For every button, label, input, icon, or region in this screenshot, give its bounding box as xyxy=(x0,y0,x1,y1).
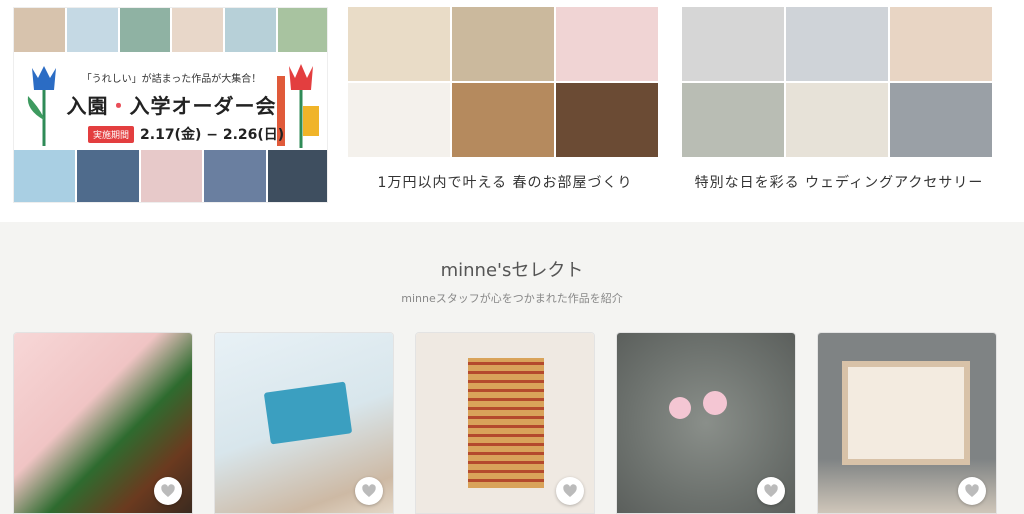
product-image-accent xyxy=(669,397,691,419)
feature-wedding-images[interactable] xyxy=(682,7,992,157)
banner-title: 入園・入学オーダー会 xyxy=(14,90,327,119)
banner-title-part2: 入学オーダー会 xyxy=(129,94,277,118)
heart-icon xyxy=(161,484,175,497)
product-image-accent xyxy=(468,358,544,488)
favorite-button[interactable] xyxy=(556,477,584,505)
feature-image xyxy=(348,83,450,157)
banner-center: 「うれしい」が詰まった作品が大集合！ 入園・入学オーダー会 実施期間 2.17(… xyxy=(14,52,327,152)
period-dates: 2.17(金) − 2.26(日) xyxy=(140,127,285,143)
banner-bottom-photos xyxy=(14,150,327,202)
heart-icon xyxy=(362,484,376,497)
favorite-button[interactable] xyxy=(355,477,383,505)
favorite-button[interactable] xyxy=(958,477,986,505)
feature-image xyxy=(786,83,888,157)
banner-top-photos xyxy=(14,8,327,52)
banner-title-part1: 入園 xyxy=(66,94,109,118)
feature-image xyxy=(556,83,658,157)
product-card[interactable] xyxy=(817,332,997,514)
feature-image xyxy=(786,7,888,81)
feature-image xyxy=(452,7,554,81)
product-card[interactable] xyxy=(616,332,796,514)
feature-section: 「うれしい」が詰まった作品が大集合！ 入園・入学オーダー会 実施期間 2.17(… xyxy=(0,0,1024,222)
banner-period: 実施期間 2.17(金) − 2.26(日) xyxy=(88,124,284,144)
heart-icon xyxy=(965,484,979,497)
feature-room-images[interactable] xyxy=(348,7,658,157)
feature-caption-wedding[interactable]: 特別な日を彩る ウェディングアクセサリー xyxy=(682,172,996,192)
banner-title-dot: ・ xyxy=(108,94,130,118)
section-subtitle: minneスタッフが心をつかまれた作品を紹介 xyxy=(401,292,623,305)
favorite-button[interactable] xyxy=(757,477,785,505)
order-fair-banner[interactable]: 「うれしい」が詰まった作品が大集合！ 入園・入学オーダー会 実施期間 2.17(… xyxy=(13,7,328,203)
feature-image xyxy=(890,7,992,81)
product-image-accent xyxy=(703,391,727,415)
period-tag: 実施期間 xyxy=(88,125,135,143)
feature-image xyxy=(452,83,554,157)
heart-icon xyxy=(764,484,778,497)
feature-image xyxy=(348,7,450,81)
section-title: minne'sセレクト xyxy=(440,260,584,281)
product-card[interactable] xyxy=(13,332,193,514)
feature-caption-room[interactable]: 1万円以内で叶える 春のお部屋づくり xyxy=(348,172,662,192)
favorite-button[interactable] xyxy=(154,477,182,505)
product-image-accent xyxy=(842,361,970,465)
heart-icon xyxy=(563,484,577,497)
banner-subtitle: 「うれしい」が詰まった作品が大集合！ xyxy=(81,74,262,85)
feature-image xyxy=(682,83,784,157)
feature-image xyxy=(556,7,658,81)
product-card[interactable] xyxy=(415,332,595,514)
minnes-select-section: minne'sセレクト minneスタッフが心をつかまれた作品を紹介 xyxy=(0,222,1024,514)
feature-image xyxy=(890,83,992,157)
product-card[interactable] xyxy=(214,332,394,514)
feature-image xyxy=(682,7,784,81)
